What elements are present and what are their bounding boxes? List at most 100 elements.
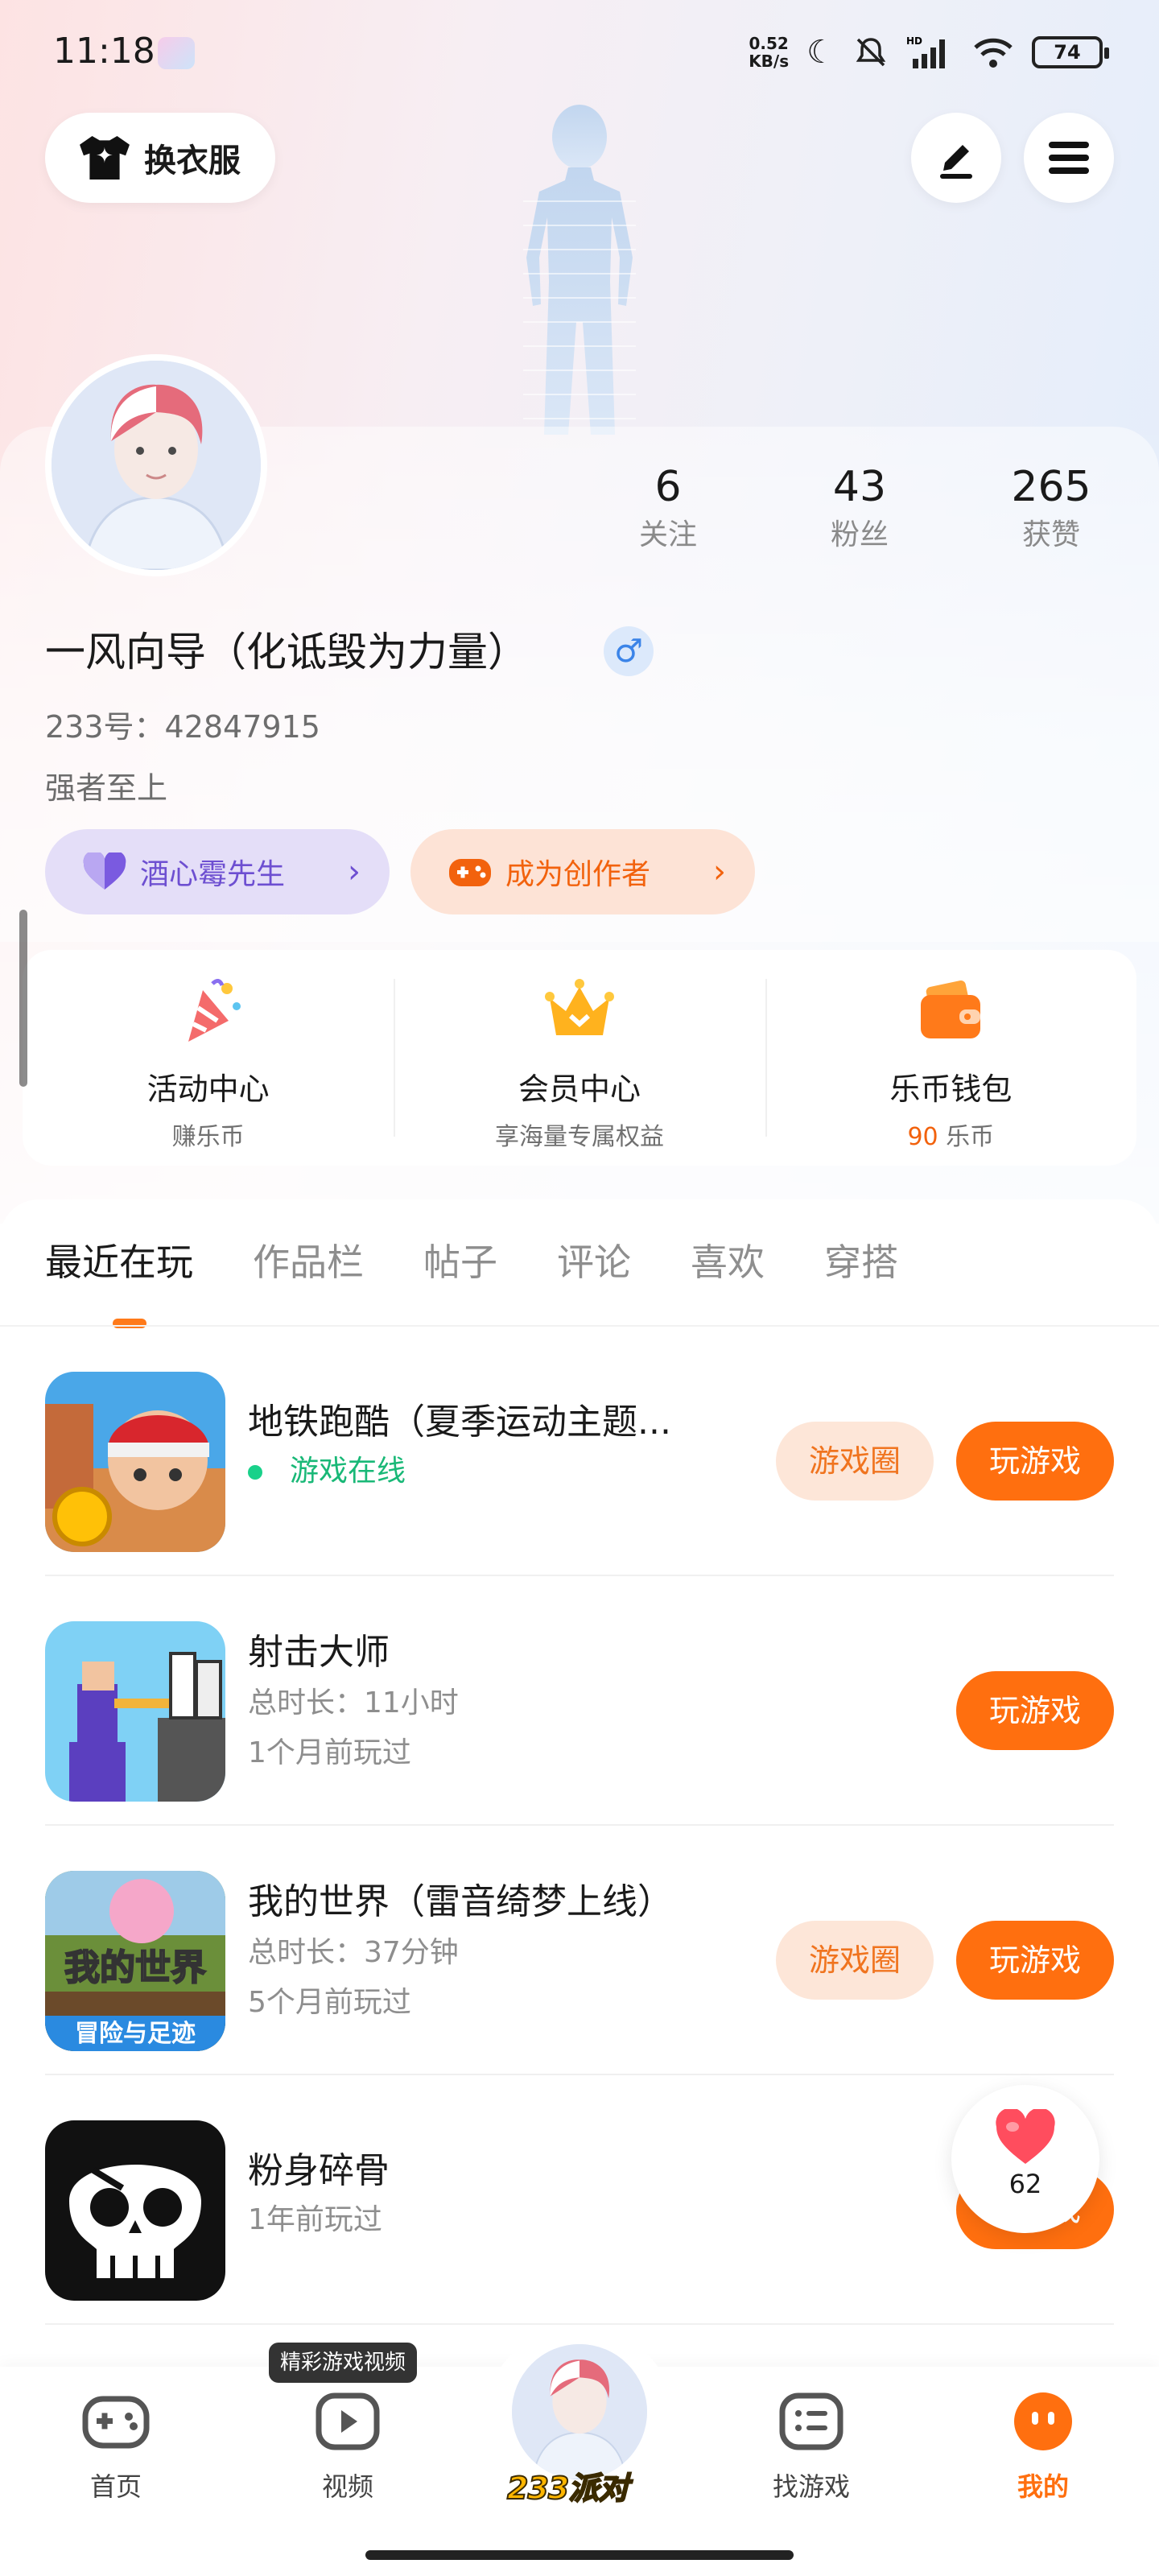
game-last-played: 1年前玩过 bbox=[248, 2203, 382, 2236]
coin-wallet-title: 乐币钱包 bbox=[889, 1071, 1013, 1107]
edit-profile-button[interactable] bbox=[911, 113, 1001, 203]
fan-club-badge[interactable]: 酒心霉先生 › bbox=[45, 829, 390, 914]
profile-tabs: 最近在玩 作品栏 帖子 评论 喜欢 穿搭 bbox=[45, 1233, 958, 1286]
user-id: 233号：42847915 bbox=[45, 709, 320, 745]
activity-center-entry[interactable]: 活动中心 赚乐币 bbox=[23, 950, 394, 1166]
game-row-smash[interactable]: 粉身碎骨 1年前玩过 玩游戏 bbox=[45, 2075, 1114, 2325]
game-row-shooting-master[interactable]: 射击大师 总时长：11小时 1个月前玩过 玩游戏 bbox=[45, 1576, 1114, 1826]
bell-muted-icon bbox=[856, 38, 886, 67]
tab-recently-played[interactable]: 最近在玩 bbox=[45, 1233, 193, 1286]
vip-center-title: 会员中心 bbox=[518, 1071, 641, 1107]
play-game-button[interactable]: 玩游戏 bbox=[956, 1422, 1114, 1501]
game-title: 粉身碎骨 bbox=[248, 2150, 390, 2191]
list-icon bbox=[779, 2392, 843, 2450]
skull-game-icon bbox=[45, 2120, 225, 2301]
game-title: 射击大师 bbox=[248, 1632, 390, 1673]
party-avatar-image bbox=[512, 2344, 647, 2479]
menu-button[interactable] bbox=[1024, 113, 1114, 203]
subway-surfers-icon bbox=[45, 1372, 225, 1552]
vip-center-entry[interactable]: 会员中心 享海量专属权益 bbox=[394, 950, 765, 1166]
scrollbar-thumb[interactable] bbox=[19, 910, 27, 1087]
nav-find-games[interactable]: 找游戏 bbox=[747, 2391, 876, 2504]
followers-label: 粉丝 bbox=[830, 518, 889, 551]
user-name: 一风向导（化诋毁为力量） bbox=[45, 629, 528, 675]
heart-icon bbox=[996, 2109, 1055, 2164]
game-title: 我的世界（雷音绮梦上线） bbox=[248, 1881, 673, 1922]
nav-video[interactable]: 视频 bbox=[283, 2391, 412, 2504]
status-icons: 0.52 KB/s ☾ HD 74 bbox=[749, 32, 1109, 72]
heart-icon bbox=[83, 852, 126, 890]
wallet-icon bbox=[921, 980, 981, 1038]
play-video-icon bbox=[316, 2392, 380, 2450]
game-row-subway-surfers[interactable]: 地铁跑酷（夏季运动主题... 游戏在线 游戏圈 玩游戏 bbox=[45, 1327, 1114, 1576]
game-duration: 总时长：37分钟 bbox=[248, 1936, 459, 1969]
tab-comments[interactable]: 评论 bbox=[557, 1233, 631, 1286]
coin-wallet-entry[interactable]: 乐币钱包 90 乐币 bbox=[765, 950, 1136, 1166]
game-circle-button[interactable]: 游戏圈 bbox=[776, 1422, 934, 1501]
play-game-button[interactable]: 玩游戏 bbox=[956, 1921, 1114, 2000]
nav-me-label: 我的 bbox=[1017, 2471, 1069, 2502]
likes-label: 获赞 bbox=[1021, 518, 1080, 551]
battery-indicator: 74 bbox=[1032, 36, 1109, 68]
home-indicator[interactable] bbox=[365, 2550, 794, 2560]
party-center-button[interactable] bbox=[512, 2344, 647, 2479]
pencil-icon bbox=[940, 145, 972, 179]
chevron-right-icon: › bbox=[348, 853, 361, 890]
become-creator-label: 成为创作者 bbox=[505, 858, 651, 891]
tab-likes[interactable]: 喜欢 bbox=[691, 1233, 765, 1286]
game-row-minecraft[interactable]: 我的世界 冒险与足迹 我的世界（雷音绮梦上线） 总时长：37分钟 5个月前玩过 … bbox=[45, 1826, 1114, 2075]
nav-me[interactable]: 我的 bbox=[979, 2391, 1107, 2504]
activity-center-subtitle: 赚乐币 bbox=[171, 1123, 245, 1151]
vip-center-subtitle: 享海量专属权益 bbox=[494, 1123, 664, 1151]
stat-followers[interactable]: 43 粉丝 bbox=[779, 459, 940, 555]
video-tooltip: 精彩游戏视频 bbox=[269, 2343, 418, 2383]
floating-like-button[interactable]: 62 bbox=[951, 2085, 1099, 2233]
game-duration: 总时长：11小时 bbox=[248, 1686, 459, 1719]
app-notification-icon bbox=[158, 37, 195, 69]
gamepad-icon bbox=[82, 2396, 150, 2449]
followers-count: 43 bbox=[832, 463, 887, 511]
online-dot-icon bbox=[248, 1465, 262, 1480]
nav-home-label: 首页 bbox=[89, 2471, 142, 2502]
nav-video-label: 视频 bbox=[321, 2471, 373, 2502]
chevron-right-icon: › bbox=[713, 853, 726, 890]
status-time: 11:18 bbox=[53, 31, 155, 72]
coin-unit: 乐币 bbox=[938, 1123, 995, 1151]
wifi-icon bbox=[974, 38, 1013, 68]
avatar-image bbox=[52, 361, 261, 570]
like-count: 62 bbox=[1008, 2169, 1042, 2199]
activity-center-title: 活动中心 bbox=[146, 1071, 270, 1107]
shooting-master-icon bbox=[45, 1621, 225, 1802]
gamepad-icon bbox=[449, 859, 491, 886]
likes-count: 265 bbox=[1011, 463, 1091, 511]
stat-likes[interactable]: 265 获赞 bbox=[971, 459, 1132, 555]
party-logo: 233派对 bbox=[506, 2470, 629, 2507]
svg-text:HD: HD bbox=[906, 35, 922, 47]
party-popper-icon bbox=[188, 979, 241, 1042]
stat-following[interactable]: 6 关注 bbox=[588, 459, 749, 555]
become-creator-button[interactable]: 成为创作者 › bbox=[410, 829, 755, 914]
user-avatar[interactable] bbox=[45, 354, 267, 576]
moon-icon: ☾ bbox=[806, 34, 835, 71]
tab-posts[interactable]: 帖子 bbox=[423, 1233, 497, 1286]
avatar-figure bbox=[523, 105, 636, 435]
game-circle-button[interactable]: 游戏圈 bbox=[776, 1921, 934, 2000]
svg-text:我的世界: 我的世界 bbox=[64, 1947, 206, 1988]
change-outfit-button[interactable]: 换衣服 bbox=[45, 113, 275, 203]
minecraft-icon: 我的世界 冒险与足迹 bbox=[45, 1871, 225, 2051]
play-game-button[interactable]: 玩游戏 bbox=[956, 1671, 1114, 1750]
svg-text:冒险与足迹: 冒险与足迹 bbox=[75, 2020, 196, 2048]
tab-outfits[interactable]: 穿搭 bbox=[824, 1233, 898, 1286]
quick-entries: 活动中心 赚乐币 会员中心 享海量专属权益 乐币钱包 90 乐币 bbox=[23, 950, 1136, 1166]
game-online-status: 游戏在线 bbox=[248, 1447, 406, 1489]
nav-home[interactable]: 首页 bbox=[52, 2391, 180, 2504]
gender-male-icon: ♂ bbox=[604, 626, 654, 676]
fan-club-label: 酒心霉先生 bbox=[140, 858, 286, 891]
change-outfit-label: 换衣服 bbox=[144, 142, 241, 180]
following-label: 关注 bbox=[638, 518, 697, 551]
hamburger-icon bbox=[1049, 142, 1089, 174]
game-last-played: 5个月前玩过 bbox=[248, 1986, 411, 2019]
status-bar: 11:18 0.52 KB/s ☾ HD 74 bbox=[0, 0, 1159, 105]
game-last-played: 1个月前玩过 bbox=[248, 1736, 411, 1769]
tab-works[interactable]: 作品栏 bbox=[253, 1233, 364, 1286]
